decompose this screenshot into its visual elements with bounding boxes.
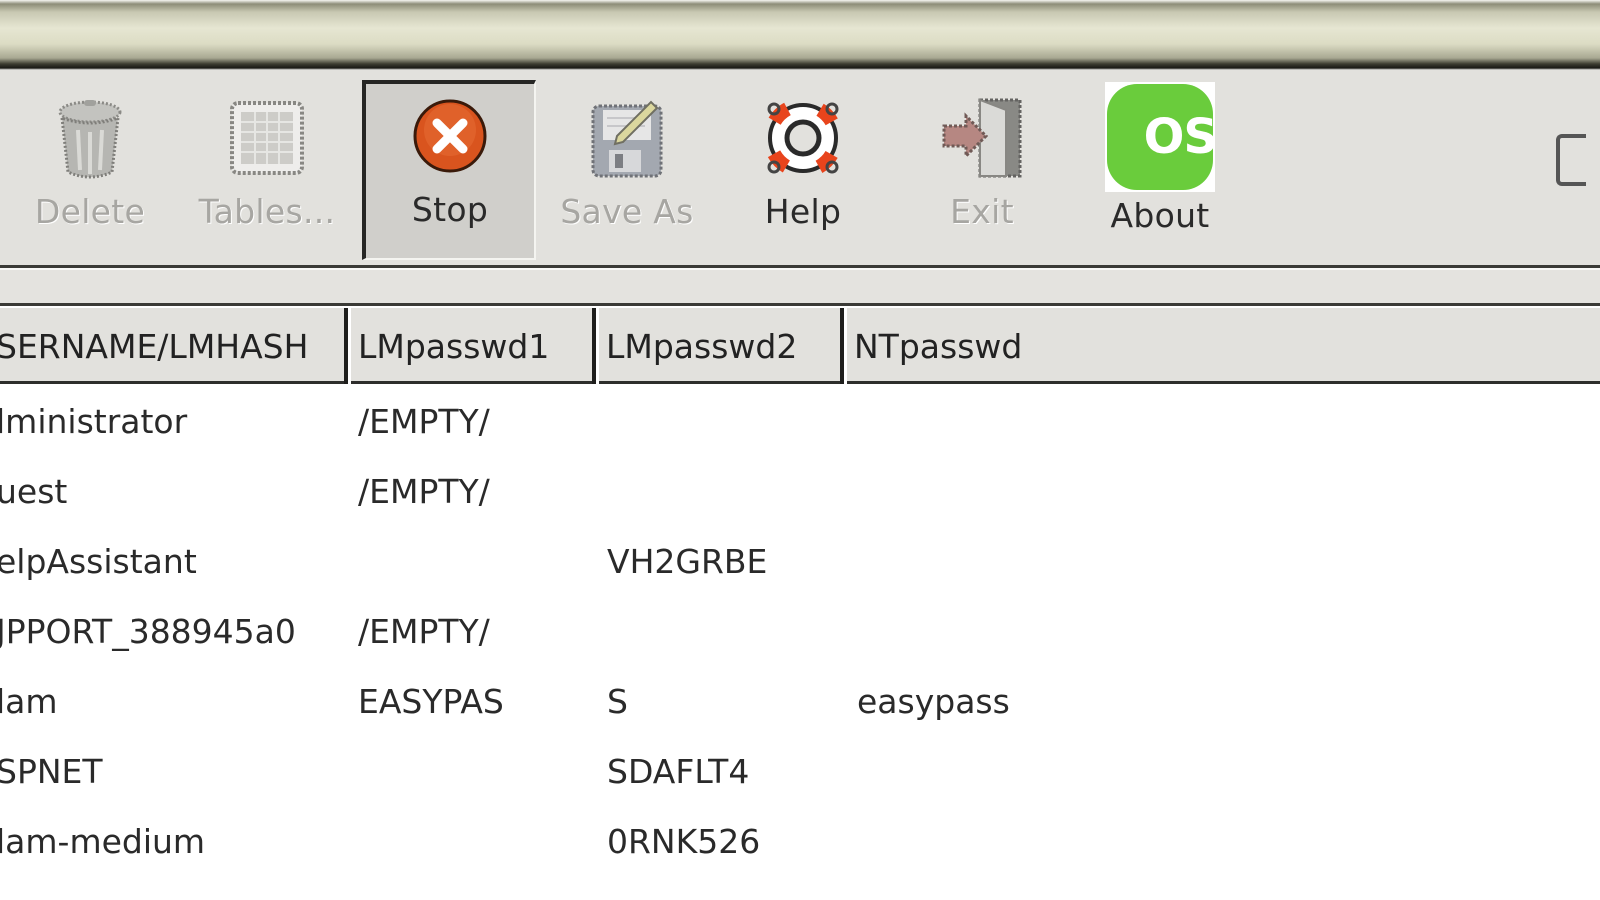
toolbar: Delete Tables... Stop Save As Help Exit …	[0, 70, 1600, 268]
cell-username: elpAssistant	[0, 541, 197, 581]
help-button[interactable]: Help	[740, 82, 866, 260]
table-header: SERNAME/LMHASH LMpasswd1 LMpasswd2 NTpas…	[0, 306, 1600, 384]
table-row[interactable]: lministrator /EMPTY/	[0, 386, 1600, 456]
column-header-lmpasswd1[interactable]: LMpasswd1	[344, 308, 594, 384]
about-label: About	[1110, 196, 1210, 235]
cell-lmpasswd1: /EMPTY/	[358, 471, 490, 511]
exit-label: Exit	[950, 192, 1014, 231]
cell-ntpasswd	[857, 736, 1557, 806]
table-row[interactable]: elpAssistant VH2GRBE	[0, 526, 1600, 596]
cell-username: lministrator	[0, 401, 188, 441]
cell-username: uest	[0, 471, 68, 511]
trash-icon	[48, 96, 132, 180]
cell-username: JPPORT_388945a0	[0, 611, 296, 651]
cell-lmpasswd1: /EMPTY/	[358, 401, 490, 441]
cell-username: lam	[0, 681, 58, 721]
stop-label: Stop	[411, 190, 489, 229]
cell-lmpasswd2	[607, 386, 843, 456]
about-button[interactable]: OS About	[1100, 82, 1220, 260]
cell-lmpasswd2: VH2GRBE	[607, 541, 768, 581]
table-row[interactable]: JPPORT_388945a0 /EMPTY/	[0, 596, 1600, 666]
status-band	[0, 268, 1600, 306]
lifebuoy-help-icon	[761, 96, 845, 180]
cell-lmpasswd1	[358, 806, 594, 876]
table-row[interactable]: lam EASYPAS S easypass	[0, 666, 1600, 736]
cell-lmpasswd1	[358, 526, 594, 596]
cell-ntpasswd	[857, 456, 1557, 526]
cell-lmpasswd2: S	[607, 681, 628, 721]
delete-label: Delete	[34, 192, 146, 231]
save-as-label: Save As	[560, 192, 694, 231]
exit-button[interactable]: Exit	[922, 82, 1042, 260]
column-header-ntpasswd[interactable]: NTpasswd	[840, 308, 1600, 384]
exit-door-icon	[940, 96, 1024, 180]
results-table-body: lministrator /EMPTY/ uest /EMPTY/ elpAss…	[0, 386, 1600, 900]
help-label: Help	[764, 192, 842, 231]
cell-ntpasswd	[857, 386, 1557, 456]
table-row[interactable]: lam-medium 0RNK526	[0, 806, 1600, 876]
delete-button[interactable]: Delete	[22, 82, 158, 260]
os-logo-icon: OS	[1105, 82, 1215, 192]
tables-button[interactable]: Tables...	[194, 82, 340, 260]
table-row[interactable]: SPNET SDAFLT4	[0, 736, 1600, 806]
column-header-username[interactable]: SERNAME/LMHASH	[0, 308, 344, 384]
about-logo-text: OS	[1143, 109, 1213, 165]
cell-username: lam-medium	[0, 821, 206, 861]
stop-icon	[408, 94, 492, 178]
column-header-lmpasswd2[interactable]: LMpasswd2	[592, 308, 842, 384]
cell-ntpasswd	[857, 596, 1557, 666]
table-row[interactable]: uest /EMPTY/	[0, 456, 1600, 526]
save-as-icon	[585, 96, 669, 180]
cell-ntpasswd: easypass	[857, 681, 1010, 721]
cell-lmpasswd2: 0RNK526	[607, 821, 761, 861]
cell-ntpasswd	[857, 806, 1557, 876]
cell-lmpasswd2: SDAFLT4	[607, 751, 750, 791]
cell-lmpasswd1	[358, 736, 594, 806]
cell-ntpasswd	[857, 526, 1557, 596]
tables-icon	[225, 96, 309, 180]
save-as-button[interactable]: Save As	[552, 82, 702, 260]
overflow-icon[interactable]	[1556, 134, 1586, 186]
cell-lmpasswd2	[607, 596, 843, 666]
cell-lmpasswd1: /EMPTY/	[358, 611, 490, 651]
window-title-bar[interactable]	[0, 0, 1600, 70]
cell-username: SPNET	[0, 751, 103, 791]
stop-button[interactable]: Stop	[362, 80, 536, 260]
cell-lmpasswd1: EASYPAS	[358, 681, 504, 721]
tables-label: Tables...	[198, 192, 336, 231]
cell-lmpasswd2	[607, 456, 843, 526]
